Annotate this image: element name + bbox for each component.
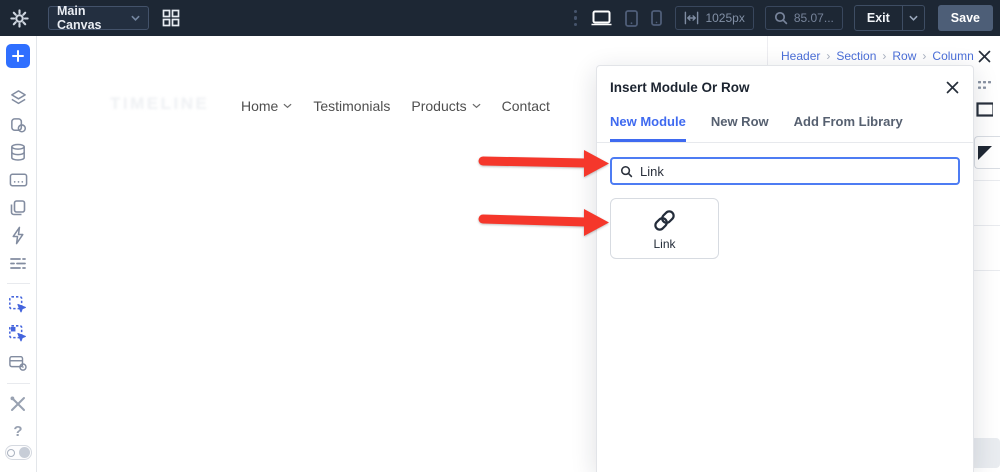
annotation-arrow-module: [478, 209, 609, 236]
zoom-level-value: 85.07...: [793, 11, 834, 25]
site-nav-menu: Home Testimonials Products Contact: [241, 98, 550, 114]
canvas-selector-dropdown[interactable]: Main Canvas: [48, 4, 149, 32]
canvas-selector-label: Main Canvas: [57, 4, 102, 32]
toggle-gear-icon: [6, 448, 15, 457]
search-icon: [620, 165, 633, 177]
breadcrumb-item-column[interactable]: Column: [932, 49, 973, 63]
sidebar-item-design-styles[interactable]: [0, 111, 37, 139]
layers-icon: [10, 90, 26, 105]
panel-dock-icon[interactable]: [978, 78, 993, 96]
module-card-link[interactable]: Link: [610, 198, 719, 259]
responsive-width-value: 1025px: [705, 11, 745, 25]
copy-icon: [10, 200, 26, 216]
module-card-label: Link: [653, 236, 676, 251]
responsive-width-field[interactable]: 1025px: [675, 6, 754, 30]
chevron-down-icon: [909, 15, 918, 21]
sidebar-divider: [6, 283, 30, 285]
sidebar-item-layers[interactable]: [0, 84, 37, 112]
builder-settings-icon[interactable]: [10, 8, 29, 28]
breadcrumb-item-header[interactable]: Header: [781, 49, 820, 63]
panel-divider: [974, 225, 1000, 226]
exit-split-button: Exit: [853, 5, 925, 31]
magnifier-icon: [774, 11, 788, 25]
help-icon: ?: [13, 422, 23, 440]
sidebar-item-select-element[interactable]: [0, 290, 37, 320]
tab-new-module[interactable]: New Module: [610, 107, 686, 142]
sliders-icon: [10, 257, 26, 269]
module-search-input[interactable]: [640, 163, 950, 179]
sidebar-item-help[interactable]: ?: [0, 418, 37, 446]
toggle-knob: [18, 447, 30, 459]
panel-close-icon[interactable]: [978, 50, 991, 63]
sidebar-item-box-settings[interactable]: [0, 349, 37, 377]
nav-item-home[interactable]: Home: [241, 98, 292, 114]
sidebar-item-tools[interactable]: [0, 390, 37, 418]
top-toolbar: Main Canvas 1025px 85.07... Exit Save: [0, 0, 1000, 36]
styles-icon: [10, 117, 26, 133]
site-logo[interactable]: TIMELINE: [110, 94, 209, 114]
panel-divider: [974, 180, 1000, 181]
breadcrumb-item-row[interactable]: Row: [892, 49, 916, 63]
chevron-down-icon: [283, 103, 292, 109]
sidebar-item-duplicate[interactable]: [0, 194, 37, 222]
annotation-arrow-search: [478, 150, 609, 177]
exit-dropdown-button[interactable]: [901, 6, 924, 30]
chevron-down-icon: [131, 15, 140, 21]
sidebar-item-settings-list[interactable]: [0, 249, 37, 277]
select-parent-cursor-icon: [9, 325, 26, 342]
nav-item-contact[interactable]: Contact: [502, 98, 550, 114]
select-cursor-icon: [9, 295, 26, 313]
tab-add-from-library[interactable]: Add From Library: [794, 107, 903, 142]
panel-divider: [974, 270, 1000, 271]
color-swatch-icon: [978, 146, 992, 160]
color-picker-partial[interactable]: [974, 136, 1000, 169]
device-phone-button[interactable]: [651, 10, 663, 26]
link-icon: [654, 209, 675, 231]
breadcrumb: Header › Section › Row › Column: [781, 49, 974, 63]
input-field-icon: [9, 173, 27, 187]
device-tablet-button[interactable]: [625, 9, 639, 27]
database-icon: [11, 144, 25, 162]
exit-button[interactable]: Exit: [855, 6, 902, 30]
nav-item-products[interactable]: Products: [411, 98, 481, 114]
box-gear-icon: [9, 356, 27, 371]
tab-new-row[interactable]: New Row: [711, 107, 769, 142]
insert-module-dialog: Insert Module Or Row New Module New Row …: [596, 65, 974, 472]
sidebar-item-select-parent[interactable]: [0, 320, 37, 350]
chevron-down-icon: [472, 103, 481, 109]
layout-grid-icon[interactable]: [162, 9, 180, 27]
sidebar-divider: [6, 382, 30, 384]
width-arrows-icon: [685, 11, 699, 25]
builder-mode-toggle[interactable]: [4, 445, 32, 460]
module-search-field[interactable]: [610, 157, 960, 185]
more-options-icon[interactable]: [574, 9, 578, 27]
device-desktop-button[interactable]: [591, 10, 612, 26]
lightning-icon: [12, 226, 24, 245]
sidebar-item-quick-actions[interactable]: [0, 222, 37, 250]
builder-app: Main Canvas 1025px 85.07... Exit Save ? …: [0, 0, 1000, 472]
breadcrumb-item-section[interactable]: Section: [836, 49, 876, 63]
plus-icon: [12, 49, 24, 62]
dialog-close-icon[interactable]: [946, 81, 959, 94]
tools-icon: [10, 396, 25, 411]
save-button[interactable]: Save: [937, 5, 993, 31]
panel-frame-icon[interactable]: [976, 102, 995, 122]
dialog-tabs: New Module New Row Add From Library: [597, 107, 973, 143]
nav-item-testimonials[interactable]: Testimonials: [313, 98, 390, 114]
sidebar-item-data-storage[interactable]: [0, 139, 37, 167]
sidebar-item-form-field[interactable]: [0, 167, 37, 195]
zoom-level-field[interactable]: 85.07...: [764, 6, 843, 30]
dialog-title: Insert Module Or Row: [610, 80, 750, 95]
sidebar-item-add-content[interactable]: [6, 44, 30, 68]
builder-sidebar: ?: [0, 36, 37, 472]
